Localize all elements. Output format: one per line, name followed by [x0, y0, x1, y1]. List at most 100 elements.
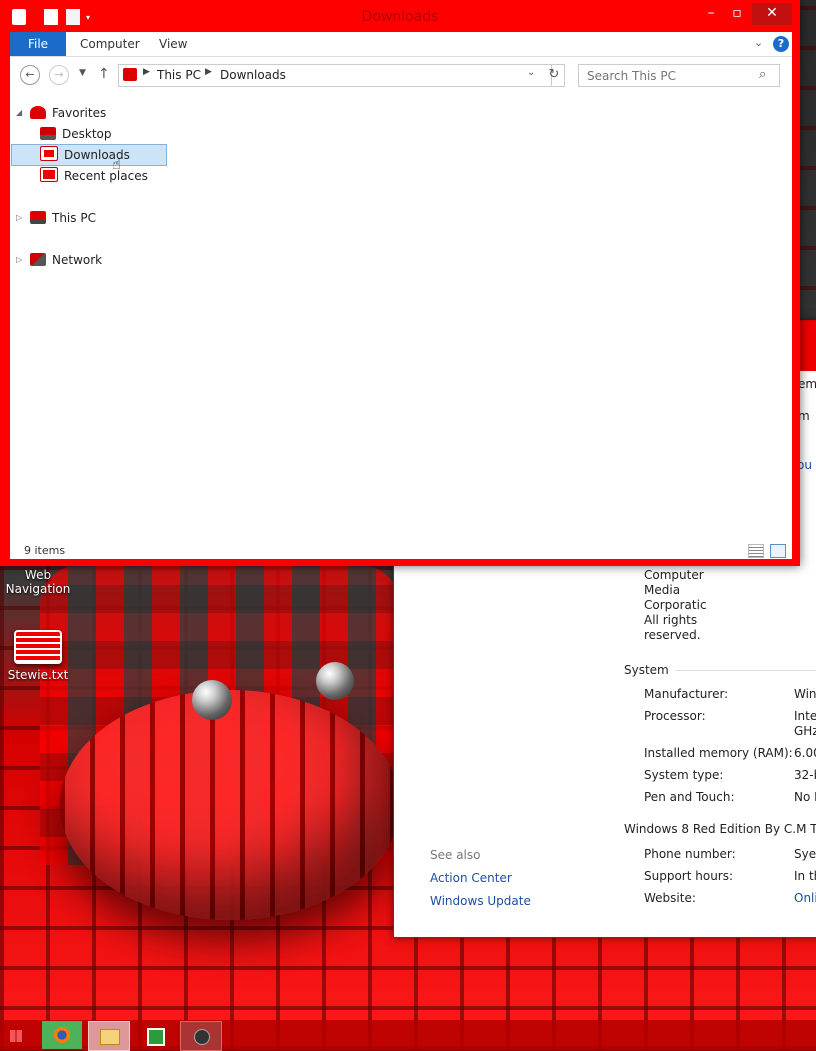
section-title: System	[624, 663, 669, 677]
app-icon	[194, 1029, 210, 1045]
status-bar: 9 items	[10, 543, 792, 559]
copyright-line: Computer	[644, 568, 704, 582]
taskbar-app[interactable]	[180, 1021, 222, 1051]
breadcrumb-separator-icon[interactable]: ▶	[205, 67, 212, 77]
row-label: Website:	[644, 891, 696, 905]
row-label: Installed memory (RAM):	[644, 746, 793, 760]
large-icons-view-icon[interactable]	[770, 544, 786, 558]
website-link[interactable]: Onli	[794, 891, 816, 905]
downloads-icon	[40, 146, 58, 161]
address-dropdown-icon[interactable]: ⌄	[527, 67, 535, 78]
search-icon[interactable]: ⌕	[759, 67, 766, 82]
wallpaper-sphere	[60, 690, 400, 920]
network-icon	[30, 253, 46, 266]
explorer-window: ▾ Downloads – ▫ ✕ File Computer View ⌄ ?…	[0, 0, 800, 566]
text-file-icon	[14, 630, 62, 664]
copyright-line: All rights	[644, 613, 698, 627]
minimize-button[interactable]: –	[700, 3, 722, 25]
up-arrow-icon[interactable]: ↑	[98, 66, 110, 82]
collapse-arrow-icon[interactable]: ◢	[16, 103, 22, 123]
windows-logo-icon	[10, 1030, 22, 1042]
copyright-line: Corporatic	[644, 598, 707, 612]
item-count: 9 items	[24, 544, 66, 557]
row-label: Phone number:	[644, 847, 736, 861]
expand-arrow-icon[interactable]: ▷	[16, 208, 22, 228]
computer-icon	[30, 211, 46, 224]
row-value: Syed	[794, 847, 816, 861]
taskbar	[0, 1020, 816, 1051]
tree-item-this-pc[interactable]: ▷ This PC	[16, 208, 96, 228]
tree-label: Recent places	[64, 169, 148, 183]
action-center-link[interactable]: Action Center	[430, 871, 512, 885]
refresh-icon[interactable]: ↻	[544, 64, 565, 87]
desktop-icon-label: Stewie.txt	[7, 668, 69, 682]
start-button[interactable]	[0, 1021, 30, 1049]
firefox-icon	[54, 1027, 70, 1043]
wallpaper-chrome-ball	[192, 680, 232, 720]
search-box[interactable]: ⌕	[578, 64, 780, 87]
back-arrow-icon[interactable]: ←	[20, 65, 40, 85]
maximize-button[interactable]: ▫	[726, 3, 748, 25]
tree-item-desktop[interactable]: Desktop	[40, 124, 112, 144]
ribbon: File Computer View ⌄ ?	[10, 32, 792, 57]
tree-item-network[interactable]: ▷ Network	[16, 250, 103, 270]
recent-locations-chevron-icon[interactable]: ▼	[79, 68, 86, 78]
title-bar[interactable]: ▾ Downloads – ▫ ✕	[0, 0, 800, 32]
help-icon[interactable]: ?	[773, 36, 789, 52]
downloads-folder-icon	[123, 68, 137, 81]
taskbar-store[interactable]	[134, 1021, 174, 1049]
folder-icon	[100, 1029, 120, 1045]
desktop-icon-label: Web Navigation	[5, 568, 71, 596]
breadcrumb-this-pc[interactable]: This PC	[157, 68, 201, 82]
tree-label: Desktop	[62, 127, 112, 141]
row-label: Processor:	[644, 709, 706, 723]
row-value: No P	[794, 790, 816, 804]
row-value: GHz	[794, 724, 816, 738]
tree-label: Network	[52, 253, 103, 267]
content-pane[interactable]: ◢ Favorites Desktop Downloads Recent pla…	[10, 93, 792, 543]
address-bar[interactable]: ▶ This PC ▶ Downloads ⌄	[118, 64, 552, 87]
taskbar-firefox[interactable]	[42, 1021, 82, 1049]
windows-update-link[interactable]: Windows Update	[430, 894, 531, 908]
row-label: System type:	[644, 768, 724, 782]
tree-label: Favorites	[52, 106, 107, 120]
row-value: Intel	[794, 709, 816, 723]
taskbar-file-explorer[interactable]	[88, 1021, 130, 1051]
search-input[interactable]	[579, 65, 759, 86]
navigation-bar: ← → ▼ ↑ ▶ This PC ▶ Downloads ⌄ ↻ ⌕	[10, 57, 792, 93]
row-value: Win	[794, 687, 816, 701]
row-value: 6.00	[794, 746, 816, 760]
tab-file[interactable]: File	[10, 32, 66, 56]
expand-arrow-icon[interactable]: ▷	[16, 250, 22, 270]
expand-ribbon-icon[interactable]: ⌄	[754, 36, 763, 49]
hand-cursor-icon: ☝	[112, 155, 122, 173]
row-value: In th	[794, 869, 816, 883]
breadcrumb-separator-icon[interactable]: ▶	[143, 67, 150, 77]
row-label: Pen and Touch:	[644, 790, 735, 804]
copyright-line: Media	[644, 583, 681, 597]
see-also-heading: See also	[430, 848, 481, 862]
tab-view[interactable]: View	[159, 32, 187, 56]
row-label: Manufacturer:	[644, 687, 729, 701]
row-label: Support hours:	[644, 869, 734, 883]
window-title: Downloads	[361, 9, 439, 25]
breadcrumb-downloads[interactable]: Downloads	[220, 68, 286, 82]
tree-label: This PC	[52, 211, 96, 225]
system-partial-text: em	[798, 377, 816, 391]
store-icon	[147, 1028, 165, 1046]
section-title: Windows 8 Red Edition By C.M Team	[624, 822, 816, 836]
tab-computer[interactable]: Computer	[80, 32, 140, 56]
desktop-icon-web-navigation[interactable]: Web Navigation	[0, 568, 76, 596]
forward-arrow-icon[interactable]: →	[49, 65, 69, 85]
favorites-star-icon	[30, 106, 46, 119]
tree-item-favorites[interactable]: ◢ Favorites	[16, 103, 107, 123]
tree-item-recent-places[interactable]: Recent places	[40, 166, 148, 186]
details-view-icon[interactable]	[748, 544, 764, 558]
section-support-heading: Windows 8 Red Edition By C.M Team	[624, 822, 816, 836]
row-value: 32-b	[794, 768, 816, 782]
desktop-icon	[40, 127, 56, 140]
recent-places-icon	[40, 167, 58, 182]
wallpaper-chrome-ball	[316, 662, 354, 700]
close-button[interactable]: ✕	[752, 3, 792, 25]
desktop-icon-stewie-txt[interactable]: Stewie.txt	[0, 630, 76, 682]
